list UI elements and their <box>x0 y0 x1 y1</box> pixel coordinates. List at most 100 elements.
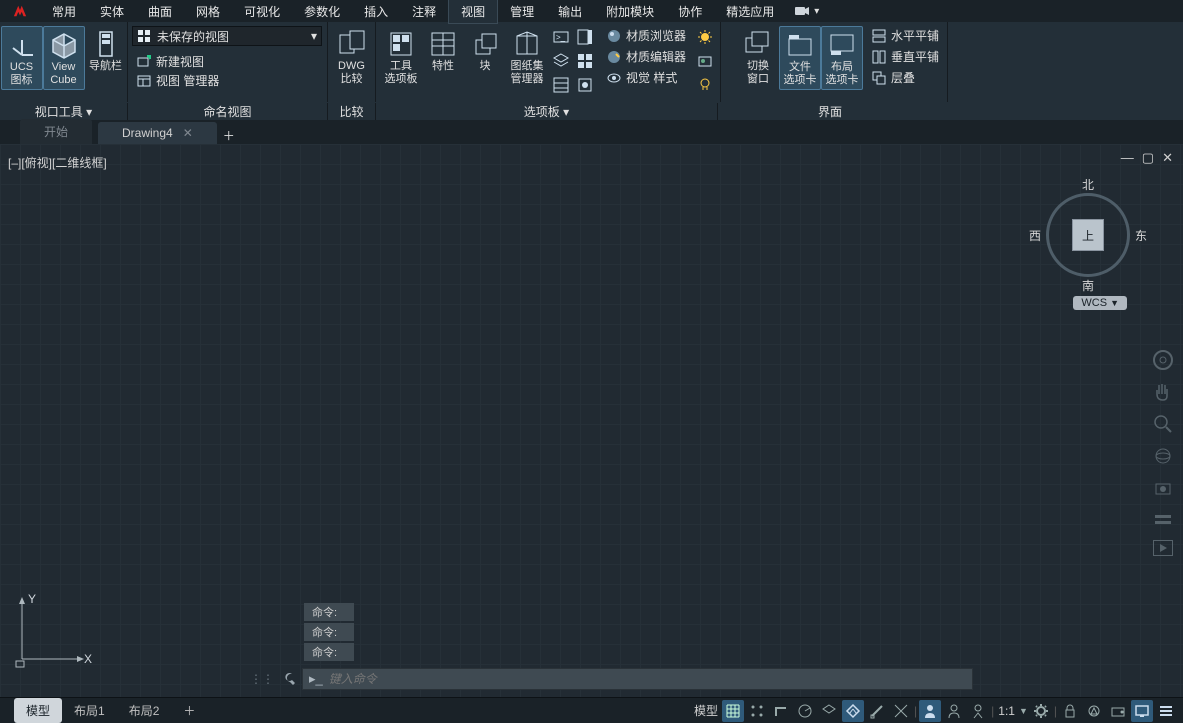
cmdline-toggle-button[interactable]: >_ <box>550 26 572 48</box>
menu-view[interactable]: 视图 <box>448 0 498 24</box>
menu-parametric[interactable]: 参数化 <box>292 0 352 23</box>
pan-icon[interactable] <box>1151 380 1175 404</box>
count-small-button[interactable] <box>574 50 596 72</box>
hw-accel-icon[interactable] <box>1107 700 1129 722</box>
properties-button[interactable]: 特性 <box>422 26 464 75</box>
person-c-button[interactable] <box>967 700 989 722</box>
command-line-bar: ⋮⋮ ▸_ <box>250 667 973 691</box>
iso-toggle[interactable] <box>818 700 840 722</box>
drag-handle-icon[interactable]: ⋮⋮ <box>250 672 274 686</box>
showmotion-icon[interactable] <box>1151 476 1175 500</box>
light-button[interactable] <box>694 74 716 96</box>
blocks-button[interactable]: 块 <box>464 26 506 75</box>
dwg-compare-button[interactable]: DWG 比较 <box>330 26 374 88</box>
clean-screen-icon[interactable] <box>1131 700 1153 722</box>
tile-vertical-button[interactable]: 垂直平铺 <box>867 47 943 66</box>
minimize-icon[interactable]: — <box>1121 150 1134 166</box>
switch-window-button[interactable]: 切换 窗口 <box>737 26 779 88</box>
ucs-icon-button[interactable]: UCS 图标 <box>1 26 43 90</box>
tile-horizontal-button[interactable]: 水平平铺 <box>867 26 943 45</box>
close-icon[interactable]: ✕ <box>1162 150 1173 166</box>
material-browser-button[interactable]: 材质浏览器 <box>602 26 690 45</box>
snap-toggle[interactable] <box>746 700 768 722</box>
command-input[interactable] <box>329 672 966 686</box>
sphere-edit-icon <box>606 49 622 65</box>
zoom-extent-icon[interactable] <box>1151 412 1175 436</box>
wcs-badge[interactable]: WCS ▼ <box>1073 296 1127 310</box>
drawing-tab[interactable]: Drawing4 ✕ <box>98 122 217 144</box>
menu-manage[interactable]: 管理 <box>498 0 546 23</box>
menu-output[interactable]: 输出 <box>546 0 594 23</box>
saved-view-dropdown[interactable]: 未保存的视图 ▾ <box>132 26 322 46</box>
menu-annotate[interactable]: 注释 <box>400 0 448 23</box>
command-input-wrap[interactable]: ▸_ <box>302 668 973 690</box>
new-view-button[interactable]: + 新建视图 <box>132 52 208 71</box>
play-icon[interactable] <box>1153 540 1173 556</box>
menu-collab[interactable]: 协作 <box>666 0 714 23</box>
render-button[interactable] <box>694 50 716 72</box>
visual-style-label: 视觉 样式 <box>626 69 677 86</box>
model-tab[interactable]: 模型 <box>14 698 62 723</box>
palettes-panel-label[interactable]: 选项板 ▾ <box>376 103 718 120</box>
customize-icon[interactable] <box>280 670 296 689</box>
close-icon[interactable]: ✕ <box>183 126 193 140</box>
menu-addon[interactable]: 附加模块 <box>594 0 666 23</box>
layout-tab-button[interactable]: 布局 选项卡 <box>821 26 863 90</box>
new-tab-button[interactable]: ＋ <box>223 127 235 144</box>
viewcube-widget[interactable]: 北 南 东 西 上 <box>1033 180 1143 290</box>
menu-surface[interactable]: 曲面 <box>136 0 184 23</box>
menu-featured[interactable]: 精选应用 <box>714 0 786 23</box>
steering-wheel-icon[interactable] <box>1151 348 1175 372</box>
layers-small-button[interactable] <box>550 50 572 72</box>
start-tab[interactable]: 开始 <box>20 119 92 144</box>
viewport-tools-panel-label[interactable]: 视口工具 ▾ <box>0 103 128 120</box>
nav-expand-icon[interactable] <box>1151 508 1175 532</box>
new-view-label: 新建视图 <box>156 53 204 70</box>
menu-camera-dropdown[interactable]: ▾ <box>794 5 819 17</box>
history-line: 命令: <box>304 623 354 641</box>
tool-palette-button[interactable]: 工具 选项板 <box>380 26 422 88</box>
grid-toggle[interactable] <box>722 700 744 722</box>
drawing-canvas[interactable]: [–][俯视][二维线框] — ▢ ✕ 北 南 东 西 上 WCS ▼ Y X … <box>0 144 1183 697</box>
chevron-down-icon: ▼ <box>1110 298 1119 308</box>
menu-insert[interactable]: 插入 <box>352 0 400 23</box>
visual-style-button[interactable]: 视觉 样式 <box>602 68 690 87</box>
view-manager-button[interactable]: 视图 管理器 <box>132 71 223 90</box>
menu-mesh[interactable]: 网格 <box>184 0 232 23</box>
orbit-icon[interactable] <box>1151 444 1175 468</box>
menu-solid[interactable]: 实体 <box>88 0 136 23</box>
polar-toggle[interactable] <box>794 700 816 722</box>
app-logo-icon[interactable] <box>0 0 40 22</box>
viewport-label[interactable]: [–][俯视][二维线框] <box>8 154 107 171</box>
add-layout-button[interactable]: ＋ <box>171 698 207 723</box>
extra2-button[interactable] <box>574 74 596 96</box>
lock-ui-icon[interactable] <box>1059 700 1081 722</box>
person-b-button[interactable] <box>943 700 965 722</box>
chevron-down-icon[interactable]: ▼ <box>1019 706 1028 716</box>
file-tab-button[interactable]: 文件 选项卡 <box>779 26 821 90</box>
layout1-tab[interactable]: 布局1 <box>62 698 117 723</box>
scale-display[interactable]: 1:1 <box>996 704 1017 718</box>
ortho-toggle[interactable] <box>770 700 792 722</box>
compass-ring-icon[interactable] <box>1046 193 1130 277</box>
restore-icon[interactable]: ▢ <box>1142 150 1154 166</box>
cascade-button[interactable]: 层叠 <box>867 68 943 87</box>
osnap-toggle[interactable] <box>842 700 864 722</box>
navbar-button[interactable]: 导航栏 <box>85 26 127 75</box>
3dosnap-toggle[interactable] <box>866 700 888 722</box>
menu-common[interactable]: 常用 <box>40 0 88 23</box>
extra1-button[interactable] <box>550 74 572 96</box>
person-a-button[interactable] <box>919 700 941 722</box>
isolate-obj-icon[interactable] <box>1083 700 1105 722</box>
palette-small-button[interactable] <box>574 26 596 48</box>
gear-icon[interactable] <box>1030 700 1052 722</box>
sheetset-button[interactable]: 图纸集 管理器 <box>506 26 548 88</box>
material-editor-button[interactable]: 材质编辑器 <box>602 47 690 66</box>
viewcube-button[interactable]: View Cube <box>43 26 85 90</box>
otrack-toggle[interactable] <box>890 700 912 722</box>
sun-button[interactable] <box>694 26 716 48</box>
menu-visualize[interactable]: 可视化 <box>232 0 292 23</box>
model-indicator[interactable]: 模型 <box>692 702 720 719</box>
customize-status-icon[interactable] <box>1155 700 1177 722</box>
layout2-tab[interactable]: 布局2 <box>117 698 172 723</box>
